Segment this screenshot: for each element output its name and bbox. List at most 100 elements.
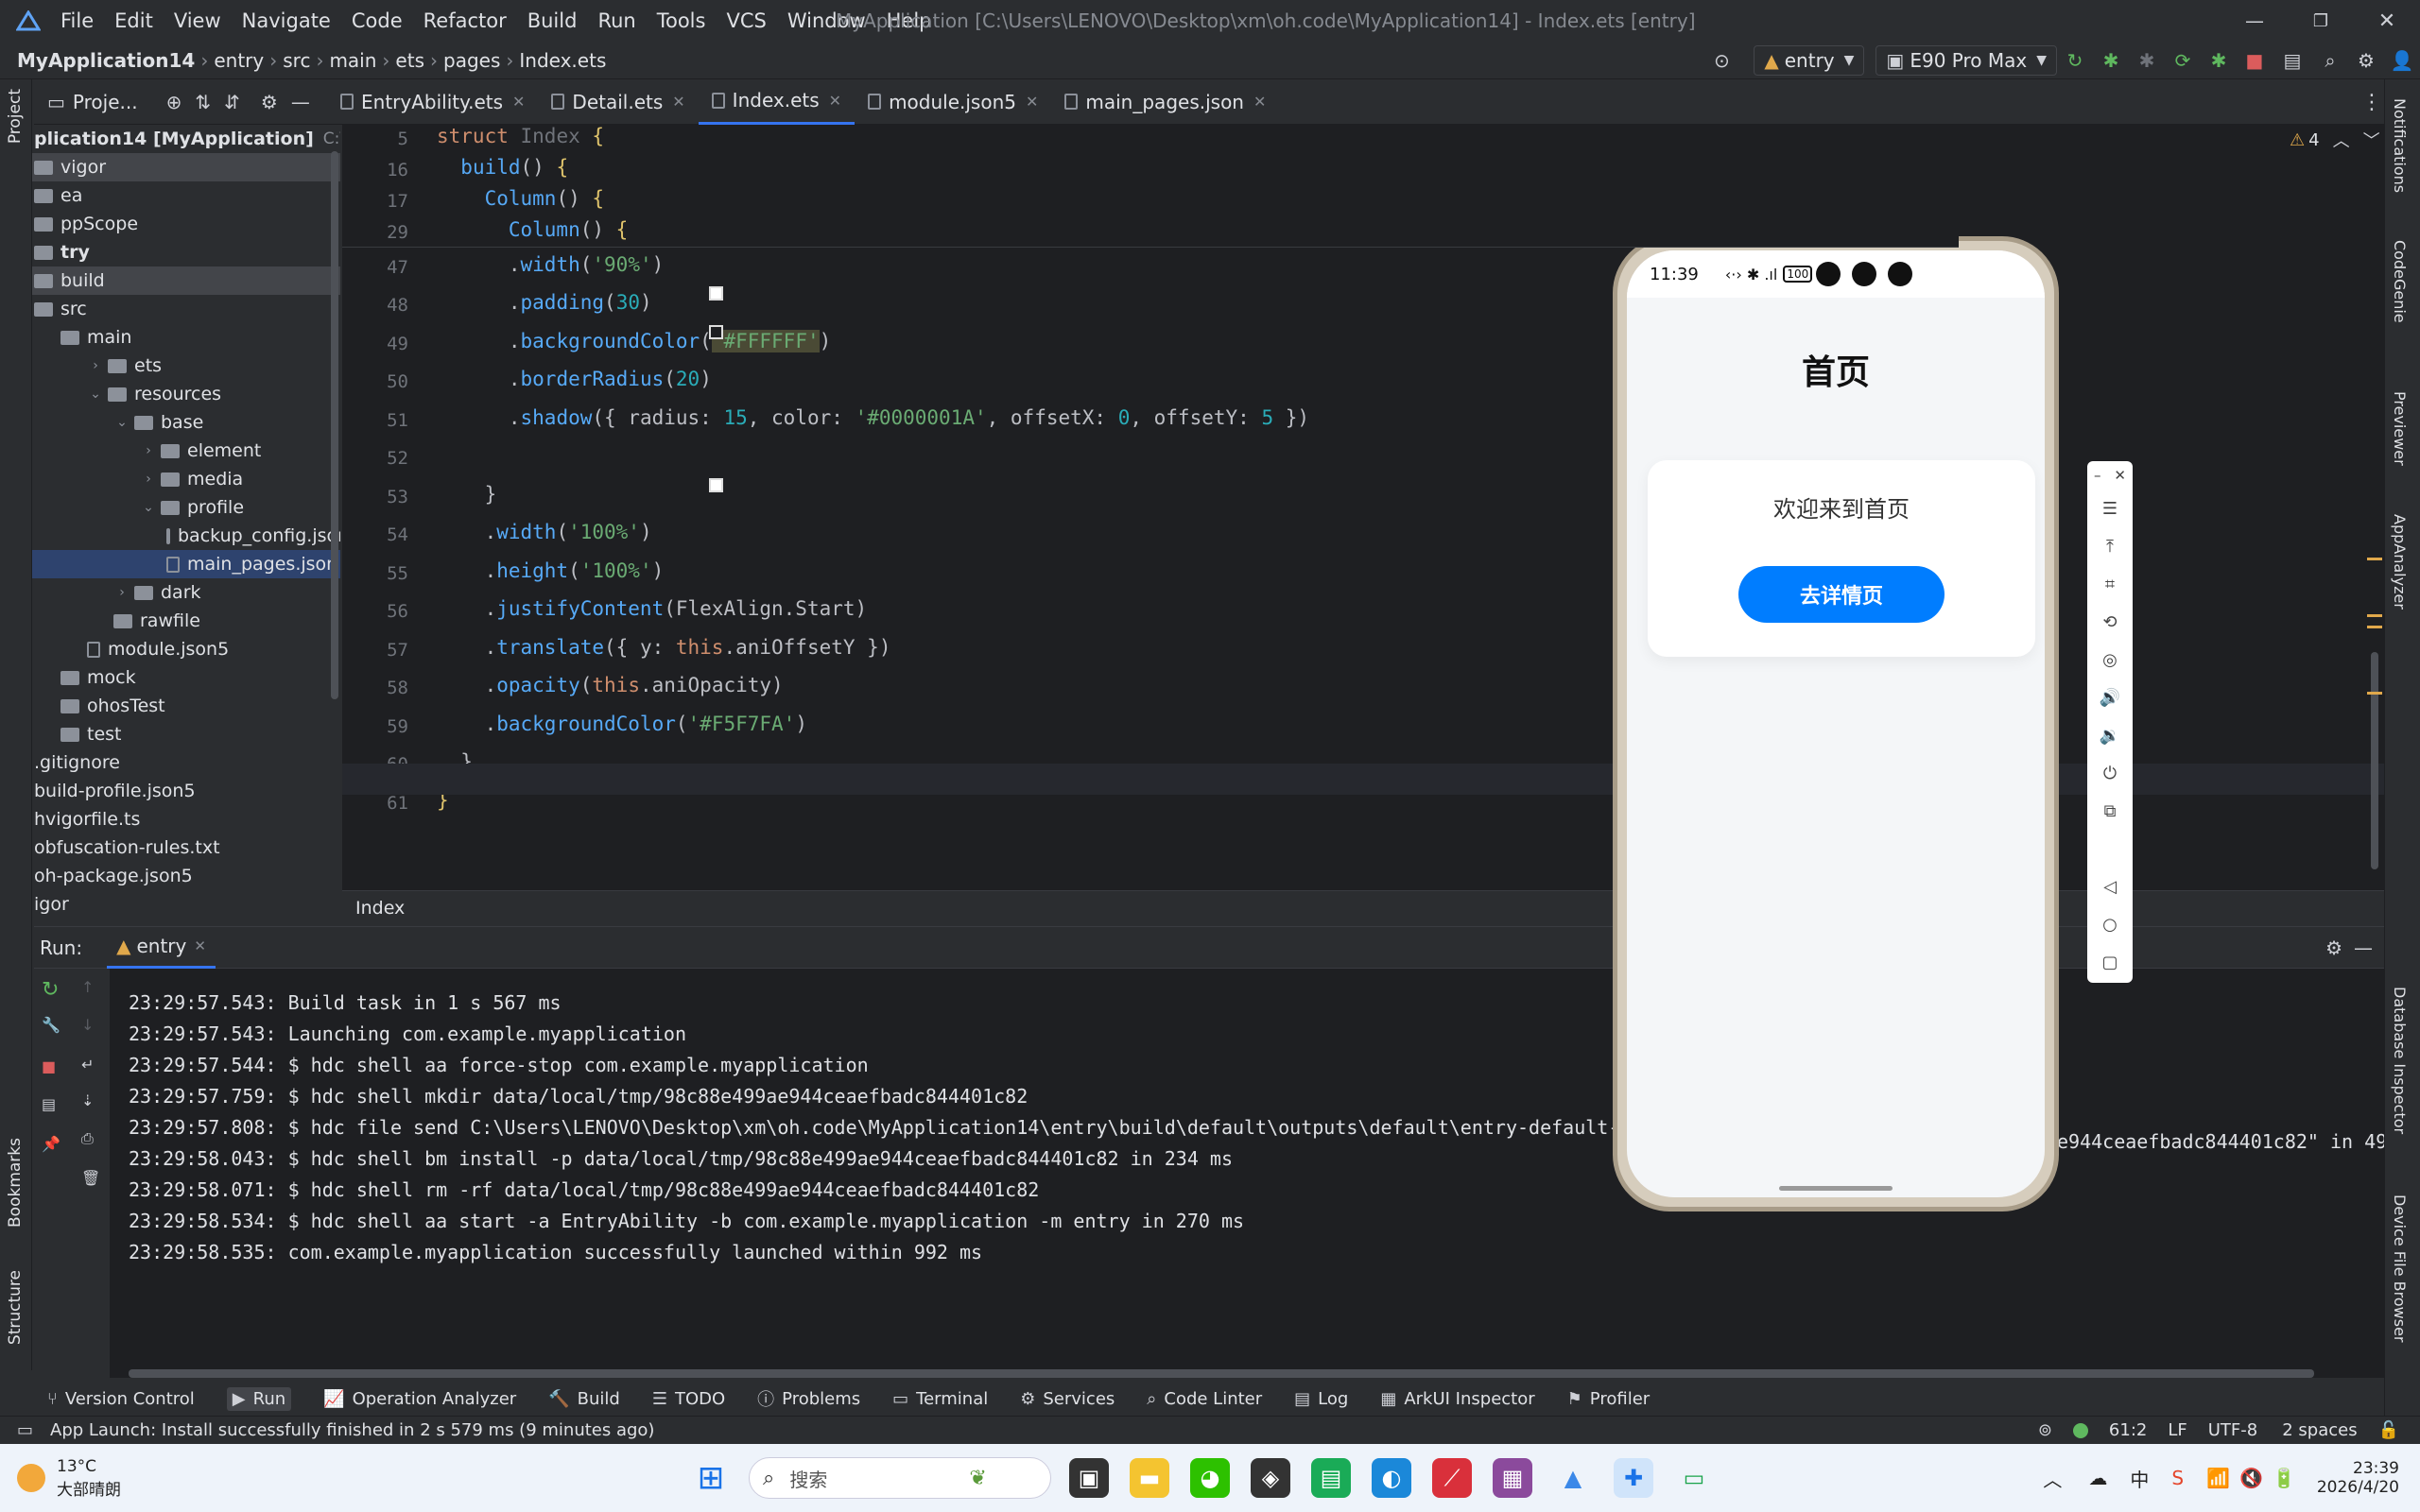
screenshot-icon[interactable]: ⧉ bbox=[2087, 792, 2133, 830]
tool-window-terminal[interactable]: ▭ Terminal bbox=[892, 1389, 988, 1409]
tool-window-todo[interactable]: ☰ TODO bbox=[652, 1389, 725, 1409]
previous-highlight-icon[interactable]: ︿ bbox=[2333, 128, 2350, 152]
tree-item[interactable]: main bbox=[32, 323, 340, 352]
collapse-all-icon[interactable]: ⇵ bbox=[224, 91, 240, 113]
menu-view[interactable]: View bbox=[174, 9, 221, 32]
scroll-down-icon[interactable]: ↓ bbox=[81, 1016, 94, 1034]
status-message[interactable]: App Launch: Install successfully finishe… bbox=[50, 1420, 654, 1440]
chevron-down-icon[interactable]: ⌄ bbox=[113, 415, 130, 430]
tree-item[interactable]: igor bbox=[32, 890, 340, 919]
menu-code[interactable]: Code bbox=[352, 9, 403, 32]
maximize-button[interactable]: ❐ bbox=[2288, 11, 2354, 31]
menu-build[interactable]: Build bbox=[527, 9, 578, 32]
wechat-icon[interactable]: ◕ bbox=[1190, 1458, 1230, 1498]
profile-icon[interactable]: ✱ bbox=[2201, 49, 2237, 72]
tool-notifications[interactable]: Notifications bbox=[2391, 98, 2409, 193]
tab-module-json5[interactable]: module.json5 ✕ bbox=[855, 79, 1051, 125]
run-config-select[interactable]: ▲ entry ▼ bbox=[1754, 44, 1865, 76]
tree-item[interactable]: mock bbox=[32, 663, 340, 692]
chevron-right-icon[interactable]: › bbox=[140, 443, 157, 458]
tree-item[interactable]: ppScope bbox=[32, 210, 340, 238]
tool-codegenie[interactable]: CodeGenie bbox=[2391, 240, 2409, 323]
locate-icon[interactable]: ⊕ bbox=[166, 91, 182, 113]
editor-scrollbar[interactable] bbox=[2371, 652, 2378, 869]
crop-screenshot-icon[interactable]: ⌗ bbox=[2087, 565, 2133, 603]
app-red-icon[interactable]: ⟋ bbox=[1432, 1458, 1472, 1498]
chevron-right-icon[interactable]: › bbox=[140, 472, 157, 487]
account-icon[interactable]: 👤 bbox=[2384, 49, 2420, 72]
breadcrumb-item[interactable]: Index.ets bbox=[519, 49, 606, 72]
line-separator[interactable]: LF bbox=[2168, 1420, 2187, 1440]
breadcrumb-item[interactable]: pages bbox=[443, 49, 500, 72]
close-button[interactable]: ✕ bbox=[2354, 9, 2420, 33]
home-indicator[interactable] bbox=[1779, 1186, 1893, 1191]
app-green-icon[interactable]: ▤ bbox=[1311, 1458, 1351, 1498]
clear-icon[interactable]: 🗑 bbox=[81, 1169, 100, 1187]
go-detail-button[interactable]: 去详情页 bbox=[1738, 566, 1945, 623]
volume-down-icon[interactable]: 🔉 bbox=[2087, 716, 2133, 754]
breadcrumb-item[interactable]: MyApplication14 bbox=[17, 49, 195, 72]
stop-icon[interactable]: ■ bbox=[42, 1057, 56, 1075]
weather-widget[interactable]: 13°C 大部晴朗 bbox=[17, 1453, 121, 1503]
tree-item[interactable]: › ets bbox=[32, 352, 340, 380]
home-icon[interactable]: ○ bbox=[2087, 905, 2133, 943]
close-tab-icon[interactable]: ✕ bbox=[1253, 93, 1266, 111]
indent-setting[interactable]: 2 spaces bbox=[2282, 1420, 2357, 1440]
settings-gear-icon[interactable]: ⚙ bbox=[2348, 49, 2384, 72]
tool-window-code-linter[interactable]: ⌕ Code Linter bbox=[1147, 1389, 1262, 1409]
tree-item[interactable]: test bbox=[32, 720, 340, 748]
breadcrumb-item[interactable]: entry bbox=[214, 49, 264, 72]
tab-entryability-ets[interactable]: EntryAbility.ets ✕ bbox=[327, 79, 538, 125]
clock-date[interactable]: 2026/4/20 bbox=[2317, 1478, 2399, 1497]
app-cube-icon[interactable]: ◈ bbox=[1251, 1458, 1290, 1498]
tree-item[interactable]: try bbox=[32, 238, 340, 266]
location-icon[interactable]: ◎ bbox=[2087, 641, 2133, 679]
phone-screen[interactable]: 11:39 ‹·› ✱ .ıl 100 首页 欢迎来到首页 去详情页 bbox=[1627, 250, 2045, 1197]
tool-window-profiler[interactable]: ⚑ Profiler bbox=[1567, 1389, 1651, 1409]
taskbar-search[interactable]: ⌕ 搜索 ❦ bbox=[749, 1457, 1051, 1499]
device-select[interactable]: ▣ E90 Pro Max ▼ bbox=[1876, 44, 2057, 76]
tree-item[interactable]: ⌄ profile bbox=[32, 493, 340, 522]
menu-refactor[interactable]: Refactor bbox=[424, 9, 507, 32]
chevron-right-icon[interactable]: › bbox=[113, 585, 130, 600]
stop-icon[interactable]: ■ bbox=[2237, 49, 2273, 72]
task-view-icon[interactable]: ▣ bbox=[1069, 1458, 1109, 1498]
wrench-icon[interactable]: 🔧 bbox=[42, 1016, 60, 1034]
power-icon[interactable]: ⏻ bbox=[2087, 754, 2133, 792]
chevron-down-icon[interactable]: ⌄ bbox=[140, 500, 157, 515]
tool-window-build[interactable]: 🔨 Build bbox=[548, 1389, 620, 1409]
editor-breadcrumb[interactable]: Index bbox=[355, 898, 405, 919]
scroll-to-end-icon[interactable]: ⇣ bbox=[81, 1091, 94, 1109]
console-hscrollbar[interactable] bbox=[129, 1369, 2314, 1378]
color-swatch-icon[interactable] bbox=[709, 325, 723, 339]
menu-tools[interactable]: Tools bbox=[657, 9, 706, 32]
menu-run[interactable]: Run bbox=[597, 9, 635, 32]
tree-item[interactable]: ⌄ base bbox=[32, 408, 340, 437]
close-tab-icon[interactable]: ✕ bbox=[194, 937, 206, 954]
close-tab-icon[interactable]: ✕ bbox=[672, 93, 684, 111]
debug-icon[interactable]: ✱ bbox=[2093, 49, 2129, 72]
tool-window-version-control[interactable]: ⑂ Version Control bbox=[47, 1389, 195, 1409]
tree-item[interactable]: main_pages.json bbox=[32, 550, 340, 578]
color-swatch-icon[interactable] bbox=[709, 478, 723, 492]
search-icon[interactable]: ⌕ bbox=[2312, 49, 2348, 72]
menu-vcs[interactable]: VCS bbox=[726, 9, 766, 32]
hide-panel-icon[interactable]: — bbox=[291, 91, 310, 113]
tree-item[interactable]: build bbox=[32, 266, 340, 295]
chevron-right-icon[interactable]: › bbox=[87, 358, 104, 373]
next-highlight-icon[interactable]: ﹀ bbox=[2363, 128, 2380, 152]
tree-item[interactable]: › dark bbox=[32, 578, 340, 607]
tree-item[interactable]: obfuscation-rules.txt bbox=[32, 833, 340, 862]
scroll-up-icon[interactable]: ↑ bbox=[81, 978, 94, 996]
tree-item[interactable]: backup_config.json bbox=[32, 522, 340, 550]
tree-item[interactable]: oh-package.json5 bbox=[32, 862, 340, 890]
color-swatch-icon[interactable] bbox=[709, 286, 723, 301]
tree-item[interactable]: ea bbox=[32, 181, 340, 210]
volume-icon[interactable]: 🔇 bbox=[2239, 1467, 2263, 1489]
onedrive-icon[interactable]: ☁ bbox=[2088, 1467, 2107, 1489]
rotate-icon[interactable]: ⟲ bbox=[2087, 603, 2133, 641]
clock-time[interactable]: 23:39 bbox=[2317, 1459, 2399, 1478]
tree-item[interactable]: rawfile bbox=[32, 607, 340, 635]
close-tab-icon[interactable]: ✕ bbox=[1026, 93, 1038, 111]
code-editor[interactable]: 5 struct Index {16 build() {17 Column() {… bbox=[342, 125, 2384, 926]
